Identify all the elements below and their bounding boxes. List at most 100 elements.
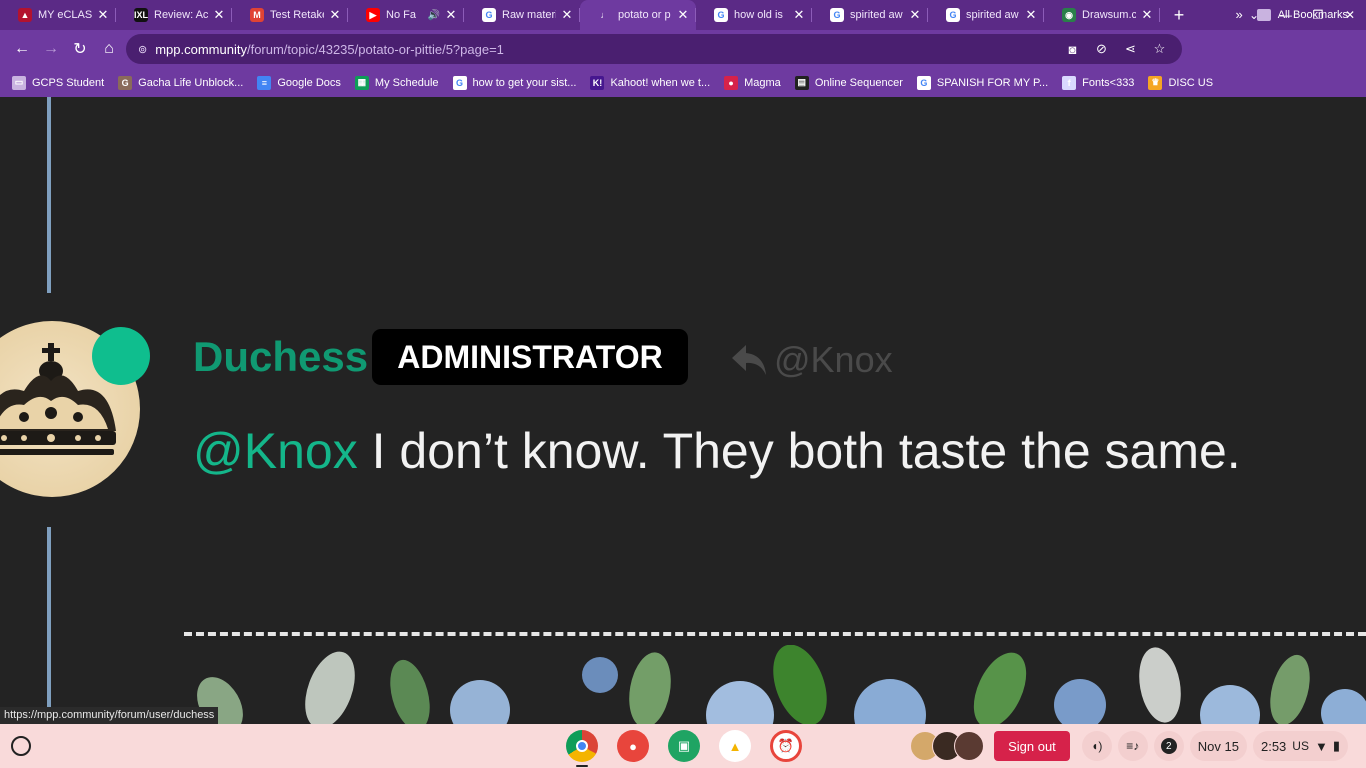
tracking-blocked-icon[interactable]: ⊘ (1087, 41, 1116, 57)
tab-title: spirited aw (966, 9, 1019, 21)
close-tab-icon[interactable]: ✕ (560, 7, 574, 23)
google-icon: G (916, 75, 931, 90)
tab-title: potato or p (618, 9, 671, 21)
bookmark-label: My Schedule (374, 76, 439, 89)
reload-icon[interactable]: ↻ (66, 35, 94, 63)
post-divider (184, 632, 1366, 636)
bookmark-label: Magma (744, 76, 781, 89)
browser-tab[interactable]: ▶ No Fa 🔊 ✕ (348, 0, 464, 30)
date-label: Nov 15 (1197, 738, 1239, 754)
google-drive-icon[interactable]: ▲ (719, 730, 751, 762)
drawsum-icon: ◉ (1062, 8, 1076, 22)
browser-tab[interactable]: ♩ potato or p ✕ (580, 0, 696, 30)
bookmark-label: SPANISH FOR MY P... (936, 76, 1049, 89)
all-bookmarks-button[interactable]: All Bookmarks (1278, 9, 1348, 21)
tab-audio-icon[interactable]: 🔊 (428, 10, 440, 21)
bookmark-item[interactable]: ▭ GCPS Student (12, 75, 105, 90)
chrome-icon[interactable] (566, 730, 598, 767)
google-icon: G (482, 8, 496, 22)
close-tab-icon[interactable]: ✕ (1024, 7, 1038, 23)
close-tab-icon[interactable]: ✕ (96, 7, 110, 23)
bookmark-label: Online Sequencer (814, 76, 903, 89)
classroom-icon[interactable]: ▣ (668, 730, 700, 762)
tab-title: how old is (734, 9, 783, 21)
tab-title: Review: Act (154, 9, 208, 21)
bookmarks-more-icon[interactable]: » (1235, 7, 1242, 22)
share-icon[interactable]: ⋖ (1116, 41, 1145, 57)
sign-out-button[interactable]: Sign out (994, 731, 1070, 761)
bookmark-item[interactable]: G Gacha Life Unblock... (118, 75, 243, 90)
bookmark-item[interactable]: Ghow to get your sist... (452, 75, 576, 90)
forward-icon[interactable]: → (37, 35, 65, 63)
wifi-icon: ▼ (1314, 738, 1328, 754)
online-status-dot (92, 327, 150, 385)
home-icon[interactable]: ⌂ (95, 35, 123, 63)
post-body-text: I don’t know. They both taste the same. (357, 423, 1241, 479)
bookmark-item[interactable]: f Fonts<333 (1062, 75, 1135, 90)
clock-pill[interactable]: 2:53 US ▼ ▮ (1252, 731, 1348, 761)
user-avatars[interactable] (910, 731, 985, 761)
browser-tab[interactable]: ◉ Drawsum.c ✕ (1044, 0, 1160, 30)
close-tab-icon[interactable]: ✕ (1140, 7, 1154, 23)
address-bar[interactable]: ⊚ mpp.community/forum/topic/43235/potato… (126, 34, 1182, 64)
tab-title: MY eCLASS (38, 9, 92, 21)
bookmark-label: Google Docs (277, 76, 341, 89)
tab-separator (1159, 8, 1160, 22)
bookmark-item[interactable]: ▦ My Schedule (354, 75, 439, 90)
bookmarks-bar: ▭ GCPS Student G Gacha Life Unblock... ≡ Goog… (0, 68, 1366, 97)
sheets-icon: ▦ (354, 75, 369, 90)
locale-label: US (1292, 739, 1309, 753)
gmail-icon: M (250, 8, 264, 22)
launcher-icon[interactable] (11, 736, 31, 756)
bookmark-item[interactable]: K! Kahoot! when we t... (590, 75, 710, 90)
media-queue-icon[interactable]: ≡♪ (1117, 731, 1148, 761)
bookmark-label: GCPS Student (32, 76, 105, 89)
magma-icon: ● (724, 75, 739, 90)
paint-palette-icon[interactable]: ● (617, 730, 649, 762)
bookmark-item[interactable]: ≡ Google Docs (257, 75, 341, 90)
status-tray: Sign out ◖) ≡♪ 2 Nov 15 2:53 US ▼ ▮ (910, 724, 1354, 768)
url-path: /forum/topic/43235/potato-or-pittie/5?pa… (246, 41, 504, 57)
bookmark-item[interactable]: ▤ Online Sequencer (794, 75, 903, 90)
reader-mode-icon[interactable]: ◙ (1058, 42, 1087, 57)
back-icon[interactable]: ← (8, 35, 36, 63)
reply-to-link[interactable]: @Knox (730, 339, 893, 381)
close-tab-icon[interactable]: ✕ (212, 7, 226, 23)
new-tab-icon[interactable]: + (1164, 5, 1194, 26)
fonts-icon: f (1062, 75, 1077, 90)
browser-tab[interactable]: Gspirited aw ✕ (928, 0, 1044, 30)
browser-tab[interactable]: Ghow old is ✕ (696, 0, 812, 30)
bookmark-star-icon[interactable]: ☆ (1145, 41, 1174, 57)
close-tab-icon[interactable]: ✕ (328, 7, 342, 23)
browser-toolbar: ← → ↻ ⌂ ⊚ mpp.community/forum/topic/4323… (0, 30, 1366, 87)
bookmark-item[interactable]: ♛ DISC US (1148, 75, 1214, 90)
browser-tab[interactable]: Gspirited aw ✕ (812, 0, 928, 30)
clock-icon[interactable]: ⏰ (770, 730, 802, 762)
post-author-name[interactable]: Duchess (193, 333, 368, 381)
mention-link[interactable]: @Knox (193, 423, 358, 479)
site-info-icon[interactable]: ⊚ (138, 43, 147, 56)
administrator-badge: ADMINISTRATOR (372, 329, 688, 385)
omnibox-actions: ◙ ⊘ ⋖ ☆ (1058, 34, 1174, 64)
date-pill[interactable]: Nov 15 (1189, 731, 1247, 761)
browser-tab[interactable]: M Test Retake ✕ (232, 0, 348, 30)
folder-icon: ▭ (12, 75, 26, 90)
volume-icon[interactable]: ◖) (1081, 731, 1112, 761)
tab-title: spirited aw (850, 9, 903, 21)
bookmark-label: DISC US (1168, 76, 1214, 89)
link-hover-status: https://mpp.community/forum/user/duchess (0, 707, 219, 724)
close-tab-icon[interactable]: ✕ (676, 7, 690, 23)
close-tab-icon[interactable]: ✕ (908, 7, 922, 23)
close-tab-icon[interactable]: ✕ (444, 7, 458, 23)
notification-counter[interactable]: 2 (1153, 731, 1184, 761)
folder-icon (1256, 8, 1271, 21)
bookmarks-overflow: » All Bookmarks (1235, 0, 1348, 29)
browser-tab[interactable]: G Raw materi ✕ (464, 0, 580, 30)
bookmark-label: Fonts<333 (1082, 76, 1135, 89)
browser-tab[interactable]: ▲ MY eCLASS ✕ (0, 0, 116, 30)
bookmark-item[interactable]: G SPANISH FOR MY P... (916, 75, 1049, 90)
browser-tab[interactable]: IXL Review: Act ✕ (116, 0, 232, 30)
bookmark-item[interactable]: ● Magma (724, 75, 781, 90)
close-tab-icon[interactable]: ✕ (792, 7, 806, 23)
eclass-icon: ▲ (18, 8, 32, 22)
